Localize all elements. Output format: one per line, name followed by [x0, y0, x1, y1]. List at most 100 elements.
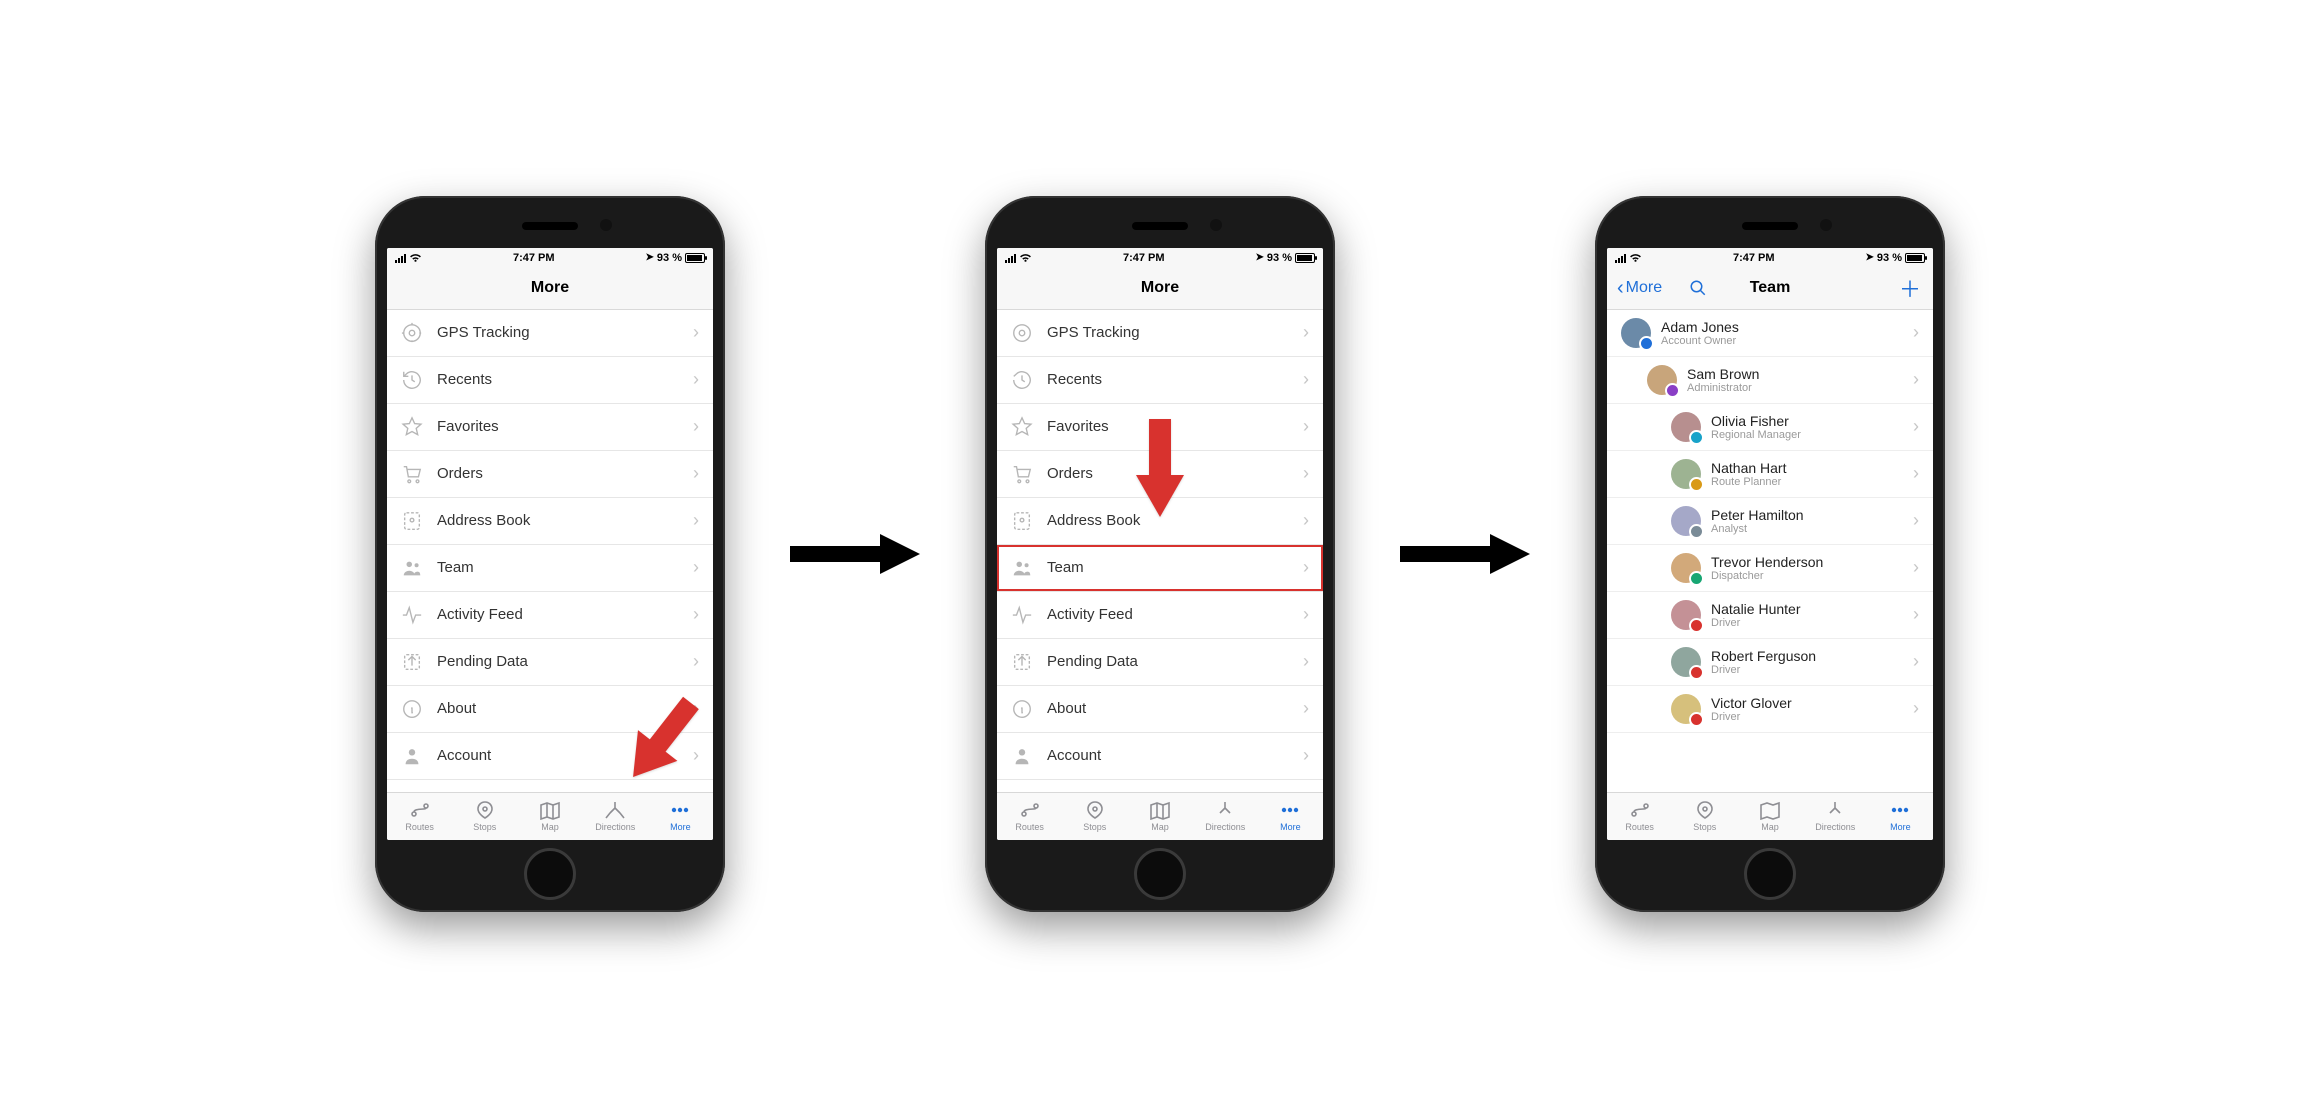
- tab-stops[interactable]: Stops: [1062, 793, 1127, 840]
- team-member-row[interactable]: Nathan HartRoute Planner›: [1607, 451, 1933, 498]
- chevron-right-icon: ›: [1303, 651, 1309, 672]
- menu-orders[interactable]: Orders›: [387, 451, 713, 498]
- home-button[interactable]: [1744, 848, 1796, 900]
- team-member-row[interactable]: Adam JonesAccount Owner›: [1607, 310, 1933, 357]
- plus-icon: ＋: [1899, 272, 1921, 304]
- menu-pending-data[interactable]: Pending Data›: [387, 639, 713, 686]
- more-menu-list[interactable]: GPS Tracking› Recents› Favorites› Orders…: [387, 310, 713, 792]
- menu-about[interactable]: About›: [997, 686, 1323, 733]
- team-member-row[interactable]: Natalie HunterDriver›: [1607, 592, 1933, 639]
- tab-more[interactable]: More: [648, 793, 713, 840]
- star-icon: [1011, 416, 1033, 438]
- tab-directions[interactable]: Directions: [1193, 793, 1258, 840]
- member-role: Driver: [1711, 617, 1801, 629]
- member-role: Route Planner: [1711, 476, 1786, 488]
- location-icon: ➤: [646, 252, 654, 263]
- member-role: Dispatcher: [1711, 570, 1823, 582]
- tab-map[interactable]: Map: [1737, 793, 1802, 840]
- menu-about[interactable]: About›: [387, 686, 713, 733]
- tab-map[interactable]: Map: [517, 793, 582, 840]
- role-badge-icon: [1689, 712, 1704, 727]
- label: Team: [437, 559, 474, 576]
- role-badge-icon: [1689, 430, 1704, 445]
- member-role: Driver: [1711, 664, 1816, 676]
- tab-routes[interactable]: Routes: [387, 793, 452, 840]
- tab-stops[interactable]: Stops: [452, 793, 517, 840]
- chevron-right-icon: ›: [1303, 745, 1309, 766]
- battery-pct: 93 %: [1877, 252, 1902, 264]
- chevron-right-icon: ›: [1913, 698, 1919, 719]
- chevron-right-icon: ›: [693, 416, 699, 437]
- home-button[interactable]: [1134, 848, 1186, 900]
- team-tree[interactable]: Adam JonesAccount Owner›Sam BrownAdminis…: [1607, 310, 1933, 792]
- avatar: [1671, 647, 1701, 677]
- tab-routes[interactable]: Routes: [997, 793, 1062, 840]
- menu-team[interactable]: Team›: [387, 545, 713, 592]
- menu-favorites[interactable]: Favorites ›: [997, 404, 1323, 451]
- label: Routes: [405, 822, 434, 832]
- team-member-row[interactable]: Sam BrownAdministrator›: [1607, 357, 1933, 404]
- team-member-row[interactable]: Robert FergusonDriver›: [1607, 639, 1933, 686]
- menu-address-book[interactable]: Address Book›: [387, 498, 713, 545]
- label: Orders: [437, 465, 483, 482]
- tab-directions[interactable]: Directions: [583, 793, 648, 840]
- label: Team: [1047, 559, 1084, 576]
- member-name: Nathan Hart: [1711, 460, 1786, 476]
- label: About: [1047, 700, 1086, 717]
- upload-icon: [1011, 651, 1033, 673]
- nav-bar: More: [997, 268, 1323, 310]
- chevron-right-icon: ›: [1303, 557, 1309, 578]
- member-role: Administrator: [1687, 382, 1759, 394]
- recents-icon: [401, 369, 423, 391]
- clock: 7:47 PM: [1123, 252, 1165, 264]
- team-member-row[interactable]: Olivia FisherRegional Manager›: [1607, 404, 1933, 451]
- label: Directions: [1815, 822, 1855, 832]
- menu-activity-feed[interactable]: Activity Feed›: [387, 592, 713, 639]
- label: Address Book: [437, 512, 530, 529]
- label: More: [1890, 822, 1911, 832]
- menu-gps-tracking[interactable]: GPS Tracking›: [997, 310, 1323, 357]
- clock: 7:47 PM: [1733, 252, 1775, 264]
- menu-address-book[interactable]: Address Book›: [997, 498, 1323, 545]
- tab-directions[interactable]: Directions: [1803, 793, 1868, 840]
- label: Map: [541, 822, 559, 832]
- menu-favorites[interactable]: Favorites›: [387, 404, 713, 451]
- avatar: [1671, 412, 1701, 442]
- upload-icon: [401, 651, 423, 673]
- team-member-row[interactable]: Peter HamiltonAnalyst›: [1607, 498, 1933, 545]
- activity-icon: [401, 604, 423, 626]
- more-menu-list[interactable]: GPS Tracking› Recents› Favorites › Orders…: [997, 310, 1323, 792]
- wifi-icon: [1019, 253, 1032, 263]
- battery-icon: [1905, 253, 1925, 263]
- menu-pending-data[interactable]: Pending Data ›: [997, 639, 1323, 686]
- menu-recents[interactable]: Recents›: [997, 357, 1323, 404]
- add-button[interactable]: ＋: [1899, 268, 1921, 309]
- wifi-icon: [409, 253, 422, 263]
- menu-team[interactable]: Team ›: [997, 545, 1323, 592]
- tab-map[interactable]: Map: [1127, 793, 1192, 840]
- menu-orders[interactable]: Orders›: [997, 451, 1323, 498]
- role-badge-icon: [1639, 336, 1654, 351]
- tab-stops[interactable]: Stops: [1672, 793, 1737, 840]
- tab-more[interactable]: More: [1258, 793, 1323, 840]
- avatar: [1621, 318, 1651, 348]
- signal-icon: [1005, 253, 1016, 263]
- gps-icon: [401, 322, 423, 344]
- chevron-right-icon: ›: [1913, 416, 1919, 437]
- tab-routes[interactable]: Routes: [1607, 793, 1672, 840]
- menu-account[interactable]: Account›: [387, 733, 713, 780]
- team-member-row[interactable]: Trevor HendersonDispatcher›: [1607, 545, 1933, 592]
- home-button[interactable]: [524, 848, 576, 900]
- chevron-right-icon: ›: [1303, 416, 1309, 437]
- tab-more[interactable]: More: [1868, 793, 1933, 840]
- location-icon: ➤: [1866, 252, 1874, 263]
- label: Pending Data: [1047, 653, 1138, 670]
- menu-activity-feed[interactable]: Activity Feed›: [997, 592, 1323, 639]
- team-member-row[interactable]: Victor GloverDriver›: [1607, 686, 1933, 733]
- menu-recents[interactable]: Recents›: [387, 357, 713, 404]
- menu-gps-tracking[interactable]: GPS Tracking›: [387, 310, 713, 357]
- menu-account[interactable]: Account›: [997, 733, 1323, 780]
- search-button[interactable]: [1689, 268, 1707, 309]
- label: Favorites: [1047, 418, 1109, 435]
- back-button[interactable]: ‹ More: [1617, 268, 1662, 309]
